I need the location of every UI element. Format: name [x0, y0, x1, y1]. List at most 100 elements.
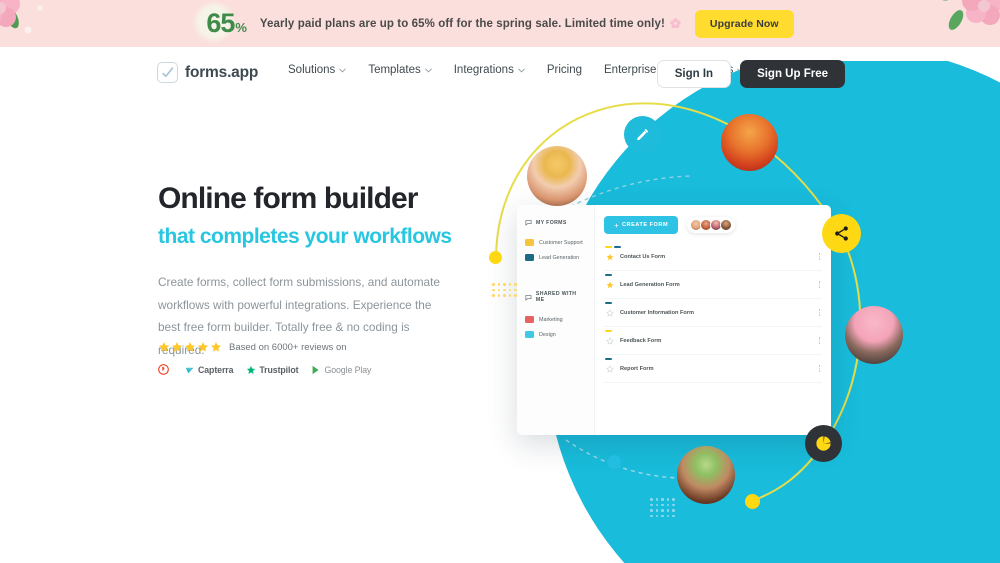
sidebar-item-label: Lead Generation — [539, 254, 580, 261]
table-row[interactable]: Feedback Form — [604, 327, 822, 355]
forms-app-logo-icon — [157, 62, 178, 83]
create-form-label: CREATE FORM — [622, 222, 669, 228]
row-menu-icon[interactable] — [818, 309, 822, 316]
brand-label: Trustpilot — [259, 364, 299, 375]
nav-item-solutions[interactable]: Solutions — [288, 64, 347, 76]
sidebar-section-shared-header: SHARED WITH ME — [517, 291, 594, 303]
share-icon — [835, 226, 848, 241]
row-menu-icon[interactable] — [818, 281, 822, 288]
row-menu-icon[interactable] — [818, 337, 822, 344]
discount-number: 65 — [206, 8, 235, 38]
share-icon-bubble[interactable] — [822, 214, 861, 253]
nav-label: Solutions — [288, 64, 336, 76]
nav-label: Pricing — [546, 64, 582, 76]
trustpilot-star-icon — [247, 365, 256, 374]
blue-dot-decoration — [607, 455, 621, 469]
sidebar-item-lead-generation[interactable]: Lead Generation — [517, 250, 594, 265]
table-row[interactable]: Report Form — [604, 355, 822, 383]
sidebar-item-label: Customer Support — [539, 239, 583, 246]
pencil-icon-bubble[interactable] — [624, 116, 661, 153]
sidebar-item-marketing[interactable]: Marketing — [517, 312, 594, 327]
avatar-photo-woman-curly-hair — [677, 446, 735, 504]
sidebar-section-title: MY FORMS — [536, 219, 567, 226]
sidebar-item-label: Marketing — [539, 316, 563, 323]
folder-icon — [525, 239, 534, 246]
upgrade-now-button[interactable]: Upgrade Now — [694, 9, 794, 38]
sidebar-divider — [517, 265, 594, 291]
form-tags — [605, 302, 612, 305]
nav-label: Enterprise — [604, 64, 657, 76]
sidebar-section-my-forms-header: MY FORMS — [517, 219, 594, 226]
table-row[interactable]: Customer Information Form — [604, 299, 822, 327]
yellow-dot-grid-decoration — [492, 283, 517, 297]
star-rating: Based on 6000+ reviews on — [158, 341, 371, 353]
star-filled-icon[interactable] — [606, 253, 614, 261]
star-icon — [198, 342, 208, 352]
chevron-down-icon — [425, 68, 432, 72]
brand-label: Capterra — [198, 364, 234, 375]
collaborator-avatars[interactable] — [687, 217, 736, 233]
app-mockup: MY FORMS Customer Support Lead Generatio… — [517, 205, 831, 435]
nav-item-enterprise[interactable]: Enterprise — [604, 64, 656, 76]
discount-badge: 65% — [192, 0, 247, 44]
table-row[interactable]: Lead Generation Form — [604, 271, 822, 299]
chevron-down-icon — [518, 68, 525, 72]
site-logo[interactable]: forms.app — [157, 62, 258, 83]
flower-decoration-right — [929, 0, 1000, 30]
form-tags — [605, 358, 612, 361]
pencil-icon — [637, 129, 648, 141]
table-row[interactable]: Contact Us Form — [604, 243, 822, 271]
promo-message: Yearly paid plans are up to 65% off for … — [260, 18, 681, 30]
star-filled-icon[interactable] — [606, 281, 614, 289]
star-icon — [159, 342, 169, 352]
flower-icon — [670, 18, 681, 29]
sign-up-free-button[interactable]: Sign Up Free — [740, 60, 845, 88]
sidebar-item-label: Design — [539, 331, 556, 338]
plus-icon — [614, 223, 619, 227]
create-form-button[interactable]: CREATE FORM — [604, 216, 679, 234]
form-name: Lead Generation Form — [620, 281, 680, 288]
form-tags — [605, 274, 612, 277]
capterra-icon — [185, 367, 194, 373]
yellow-dot-decoration — [489, 251, 502, 264]
page-root: 65% Yearly paid plans are up to 65% off … — [0, 0, 1000, 563]
promo-message-text: Yearly paid plans are up to 65% off for … — [259, 17, 665, 30]
discount-percent: % — [235, 20, 247, 35]
star-icon — [185, 342, 195, 352]
star-outline-icon[interactable] — [606, 364, 614, 373]
star-outline-icon[interactable] — [606, 308, 614, 317]
nav-label: Integrations — [453, 64, 514, 76]
nav-item-integrations[interactable]: Integrations — [454, 64, 525, 76]
row-menu-icon[interactable] — [818, 365, 822, 372]
brand-g2[interactable] — [158, 364, 172, 375]
pie-chart-icon-bubble[interactable] — [805, 425, 842, 462]
form-tags — [605, 330, 612, 333]
sidebar-item-customer-support[interactable]: Customer Support — [517, 235, 594, 250]
nav-item-templates[interactable]: Templates — [368, 64, 432, 76]
stars-group — [158, 341, 222, 353]
white-wedge-decoration — [687, 47, 1000, 61]
sign-in-button[interactable]: Sign In — [656, 60, 732, 88]
star-icon — [211, 342, 221, 352]
reviews-section: Based on 6000+ reviews on Capterra Trust… — [158, 341, 371, 375]
g2-icon — [158, 364, 169, 375]
brand-google-play[interactable]: Google Play — [311, 365, 371, 375]
blue-dot-grid-decoration — [650, 498, 675, 517]
avatar-photo-woman-smiling — [527, 146, 587, 206]
sidebar-item-design[interactable]: Design — [517, 327, 594, 342]
nav-label: Templates — [368, 64, 421, 76]
flower-decoration-left — [0, 0, 43, 34]
row-menu-icon[interactable] — [818, 253, 822, 260]
avatar-photo-person-oranges — [721, 114, 778, 171]
brand-trustpilot[interactable]: Trustpilot — [246, 364, 299, 375]
folder-icon — [525, 331, 534, 338]
avatar — [720, 219, 733, 231]
promo-banner: 65% Yearly paid plans are up to 65% off … — [0, 0, 1000, 47]
mockup-toolbar: CREATE FORM — [604, 216, 822, 234]
nav-item-pricing[interactable]: Pricing — [547, 64, 582, 76]
form-name: Report Form — [620, 365, 654, 372]
share-folder-icon — [525, 294, 532, 300]
star-outline-icon[interactable] — [606, 336, 614, 345]
google-play-icon — [313, 365, 319, 374]
brand-capterra[interactable]: Capterra — [185, 365, 233, 375]
